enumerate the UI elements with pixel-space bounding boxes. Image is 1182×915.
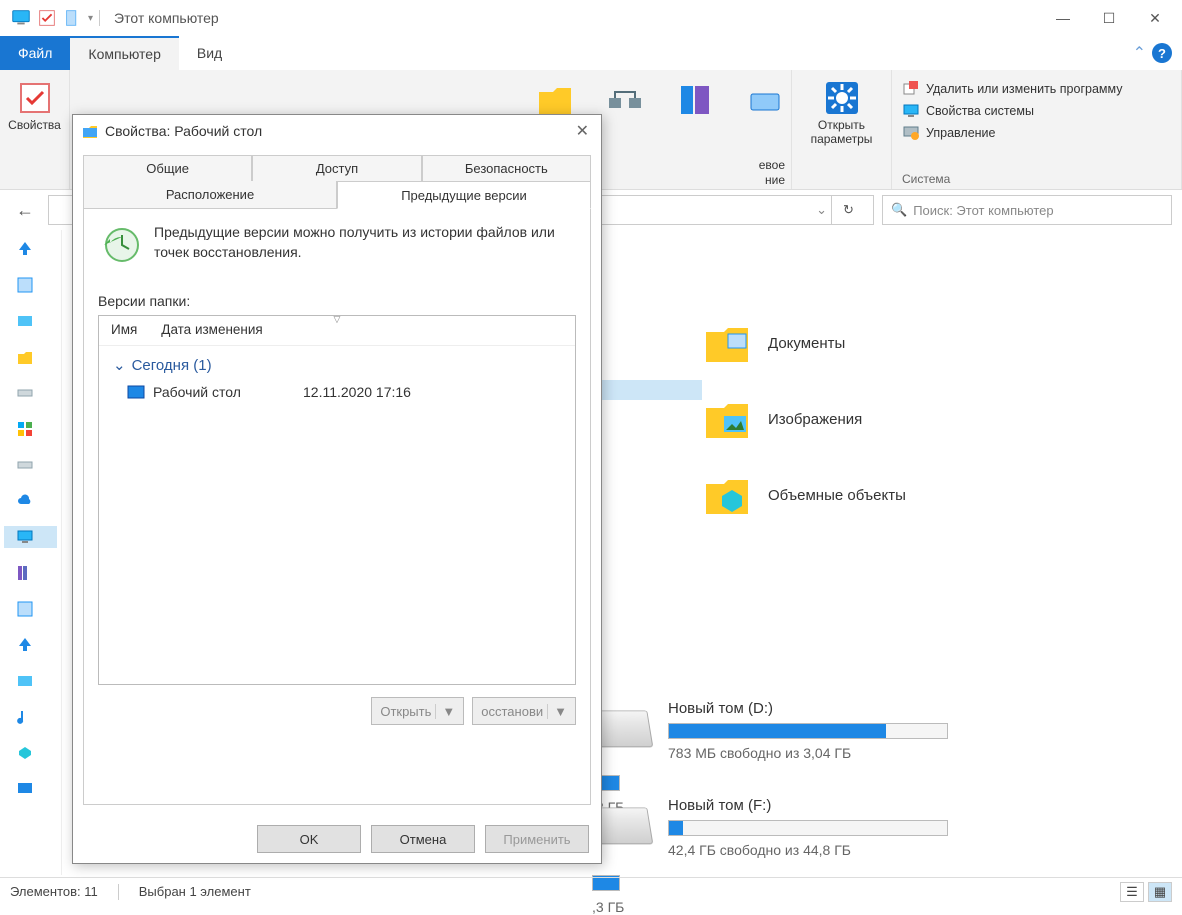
maximize-button[interactable]: ☐	[1086, 2, 1132, 34]
dialog-titlebar[interactable]: Свойства: Рабочий стол ✕	[73, 115, 601, 147]
gear-icon	[822, 78, 862, 118]
network-icon	[605, 80, 645, 120]
selection-count: Выбран 1 элемент	[139, 884, 251, 899]
titlebar: ▾ Этот компьютер — ☐ ✕	[0, 0, 1182, 36]
dropdown-icon[interactable]: ▼	[547, 704, 567, 719]
sidebar-item[interactable]	[4, 562, 57, 584]
folder-3d-objects[interactable]: Объемные объекты	[702, 472, 906, 518]
sidebar-item[interactable]	[4, 418, 57, 440]
status-bar: Элементов: 11 Выбран 1 элемент ☰ ▦	[0, 877, 1182, 905]
sidebar-item[interactable]	[4, 310, 57, 332]
tab-file[interactable]: Файл	[0, 36, 70, 70]
drive-f[interactable]: Новый том (F:) 42,4 ГБ свободно из 44,8 …	[592, 797, 948, 858]
open-settings-button[interactable]: Открыть параметры	[805, 74, 879, 150]
sidebar-item[interactable]	[4, 454, 57, 476]
sidebar-this-pc[interactable]	[4, 526, 57, 548]
sidebar-item[interactable]	[4, 274, 57, 296]
tab-sharing[interactable]: Доступ	[252, 155, 421, 181]
selected-item-highlight	[592, 380, 702, 400]
drive-usage-bar	[668, 723, 948, 739]
sidebar-item[interactable]	[4, 670, 57, 692]
dropdown-icon[interactable]: ⌄	[816, 202, 827, 218]
folder-documents[interactable]: Документы	[702, 320, 906, 366]
version-item[interactable]: Рабочий стол 12.11.2020 17:16	[99, 378, 575, 406]
documents-folder-icon	[702, 320, 752, 366]
collapse-ribbon-icon[interactable]: ⌃	[1133, 43, 1146, 63]
versions-list[interactable]: ▽ Имя Дата изменения ⌄ Сегодня (1) Рабоч…	[98, 315, 576, 685]
view-details-button[interactable]: ☰	[1120, 882, 1144, 902]
dialog-tabs-row1: Общие Доступ Безопасность	[83, 155, 591, 181]
desktop-icon	[127, 385, 145, 399]
properties-dialog: Свойства: Рабочий стол ✕ Общие Доступ Бе…	[72, 114, 602, 864]
drive-d[interactable]: Новый том (D:) 783 МБ свободно из 3,04 Г…	[592, 700, 948, 761]
history-icon	[98, 223, 142, 267]
col-date[interactable]: Дата изменения	[149, 316, 274, 345]
computer-icon	[10, 7, 32, 29]
tab-view[interactable]: Вид	[179, 36, 240, 70]
properties-button[interactable]: Свойства	[2, 74, 67, 136]
qat-dropdown-icon[interactable]: ▾	[88, 13, 93, 24]
properties-qat-icon[interactable]	[36, 7, 58, 29]
dropdown-icon[interactable]: ▼	[435, 704, 455, 719]
pictures-folder-icon	[702, 396, 752, 442]
manage-link[interactable]: Управление	[902, 124, 1123, 142]
cancel-button[interactable]: Отмена	[371, 825, 475, 853]
folder-icon	[81, 122, 99, 140]
divider	[99, 10, 100, 26]
window-title: Этот компьютер	[106, 10, 219, 26]
versions-label: Версии папки:	[98, 293, 576, 309]
sidebar-item[interactable]	[4, 598, 57, 620]
dialog-tabs-row2: Расположение Предыдущие версии	[83, 181, 591, 209]
tab-general[interactable]: Общие	[83, 155, 252, 181]
sidebar-onedrive[interactable]	[4, 490, 57, 512]
monitor-icon	[902, 102, 920, 120]
uninstall-icon	[902, 80, 920, 98]
sidebar-item[interactable]	[4, 742, 57, 764]
open-version-button[interactable]: Открыть ▼	[371, 697, 464, 725]
tab-panel: Предыдущие версии можно получить из исто…	[83, 209, 591, 805]
sidebar-item[interactable]	[4, 778, 57, 800]
view-tiles-button[interactable]: ▦	[1148, 882, 1172, 902]
search-box[interactable]: 🔍 Поиск: Этот компьютер	[882, 195, 1172, 225]
tab-previous-versions[interactable]: Предыдущие версии	[337, 181, 591, 209]
minimize-button[interactable]: —	[1040, 2, 1086, 34]
list-group[interactable]: ⌄ Сегодня (1)	[99, 346, 575, 378]
group-label-system: Система	[902, 172, 950, 189]
ribbon-tabs: Файл Компьютер Вид ⌃ ?	[0, 36, 1182, 70]
chevron-down-icon: ⌄	[113, 356, 126, 374]
dialog-buttons: OK Отмена Применить	[73, 815, 601, 863]
sidebar-item[interactable]	[4, 634, 57, 656]
folder-qat-icon[interactable]	[62, 7, 84, 29]
restore-version-button[interactable]: осстанови ▼	[472, 697, 576, 725]
apply-button[interactable]: Применить	[485, 825, 589, 853]
sidebar-item[interactable]	[4, 238, 57, 260]
3d-objects-folder-icon	[702, 472, 752, 518]
item-count: Элементов: 11	[10, 884, 98, 899]
tab-security[interactable]: Безопасность	[422, 155, 591, 181]
system-props-link[interactable]: Свойства системы	[902, 102, 1123, 120]
folder-pictures[interactable]: Изображения	[702, 396, 906, 442]
ok-button[interactable]: OK	[257, 825, 361, 853]
col-name[interactable]: Имя	[99, 316, 149, 345]
nav-pane	[0, 230, 62, 875]
sort-indicator-icon: ▽	[334, 315, 341, 325]
back-button[interactable]: ←	[10, 200, 40, 221]
sidebar-item[interactable]	[4, 706, 57, 728]
dialog-close-button[interactable]: ✕	[572, 121, 593, 141]
drive-map-icon	[745, 80, 785, 120]
checkbox-icon	[15, 78, 55, 118]
media-icon	[675, 80, 715, 120]
search-icon: 🔍	[891, 202, 907, 218]
sidebar-item[interactable]	[4, 346, 57, 368]
tab-computer[interactable]: Компьютер	[70, 36, 178, 70]
tab-location[interactable]: Расположение	[83, 181, 337, 209]
sidebar-item[interactable]	[4, 382, 57, 404]
uninstall-link[interactable]: Удалить или изменить программу	[902, 80, 1123, 98]
quick-access-toolbar: ▾	[4, 7, 93, 29]
close-button[interactable]: ✕	[1132, 2, 1178, 34]
manage-icon	[902, 124, 920, 142]
refresh-button[interactable]: ↻	[831, 195, 865, 225]
drive-usage-bar	[668, 820, 948, 836]
help-button[interactable]: ?	[1152, 43, 1172, 63]
